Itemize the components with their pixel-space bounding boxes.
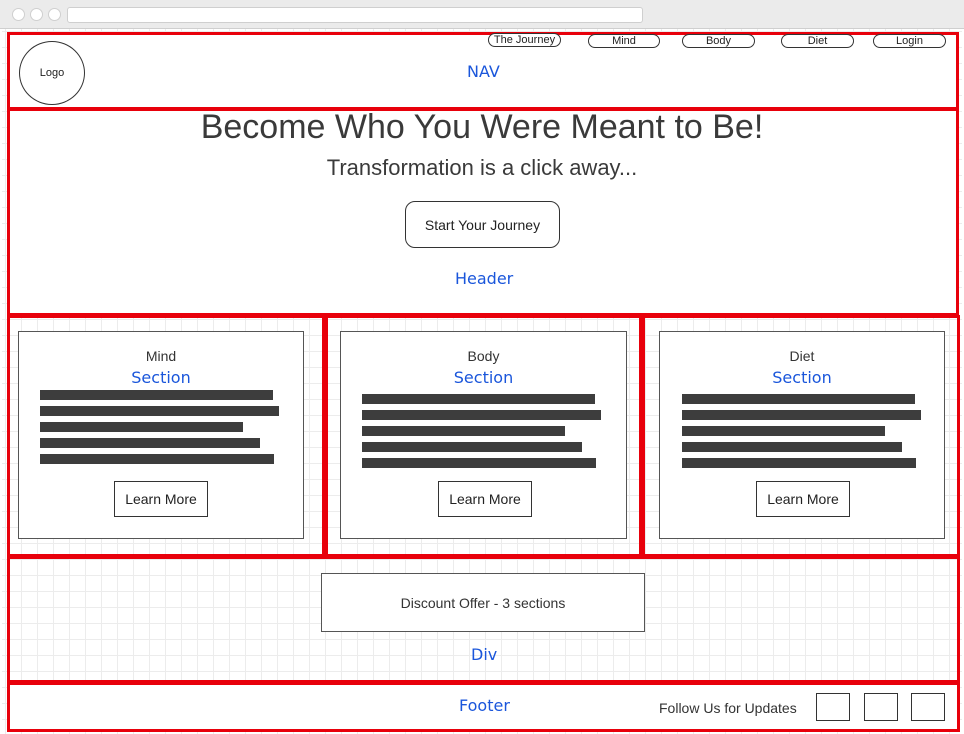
text-placeholder-bar	[682, 442, 902, 452]
section-title: Diet	[789, 348, 815, 364]
nav-link-login[interactable]: Login	[873, 34, 946, 48]
nav-link-mind[interactable]: Mind	[588, 34, 660, 48]
div-region-label: Div	[471, 645, 498, 664]
text-placeholder-bar	[40, 422, 243, 432]
section-region-label: Section	[453, 368, 514, 387]
social-icon-placeholder[interactable]	[816, 693, 850, 721]
section-title: Mind	[145, 348, 177, 364]
logo[interactable]: Logo	[19, 41, 85, 105]
follow-us-label: Follow Us for Updates	[659, 700, 797, 716]
header-region-label: Header	[455, 269, 514, 288]
text-placeholder-bar	[682, 394, 915, 404]
section-card-mind: Mind Section Learn More	[18, 331, 304, 539]
minimize-window-icon[interactable]	[30, 8, 43, 21]
text-placeholder-bar	[40, 406, 279, 416]
nav-link-the-journey[interactable]: The Journey	[488, 33, 561, 47]
text-placeholder-bar	[362, 394, 595, 404]
social-icon-placeholder[interactable]	[864, 693, 898, 721]
text-placeholder-bar	[362, 458, 596, 468]
footer-region-label: Footer	[459, 696, 510, 715]
address-bar[interactable]	[67, 7, 643, 23]
discount-offer-box[interactable]: Discount Offer - 3 sections	[321, 573, 645, 632]
maximize-window-icon[interactable]	[48, 8, 61, 21]
start-journey-button[interactable]: Start Your Journey	[405, 201, 560, 248]
text-placeholder-bar	[362, 410, 601, 420]
nav-link-diet[interactable]: Diet	[781, 34, 854, 48]
section-card-diet: Diet Section Learn More	[659, 331, 945, 539]
section-card-body: Body Section Learn More	[340, 331, 627, 539]
section-title: Body	[467, 348, 500, 364]
learn-more-button[interactable]: Learn More	[438, 481, 532, 517]
browser-chrome	[0, 0, 964, 29]
close-window-icon[interactable]	[12, 8, 25, 21]
nav-link-body[interactable]: Body	[682, 34, 755, 48]
hero-subtitle: Transformation is a click away...	[326, 155, 638, 180]
text-placeholder-bar	[682, 410, 921, 420]
learn-more-button[interactable]: Learn More	[114, 481, 208, 517]
text-placeholder-bar	[40, 438, 260, 448]
text-placeholder-bar	[362, 426, 565, 436]
learn-more-button[interactable]: Learn More	[756, 481, 850, 517]
nav-region-label: NAV	[467, 62, 500, 81]
text-placeholder-bar	[362, 442, 582, 452]
text-placeholder-bar	[682, 426, 885, 436]
hero-title: Become Who You Were Meant to Be!	[200, 108, 764, 146]
social-icon-placeholder[interactable]	[911, 693, 945, 721]
text-placeholder-bar	[682, 458, 916, 468]
section-region-label: Section	[131, 368, 191, 387]
text-placeholder-bar	[40, 390, 273, 400]
text-placeholder-bar	[40, 454, 274, 464]
section-region-label: Section	[772, 368, 832, 387]
